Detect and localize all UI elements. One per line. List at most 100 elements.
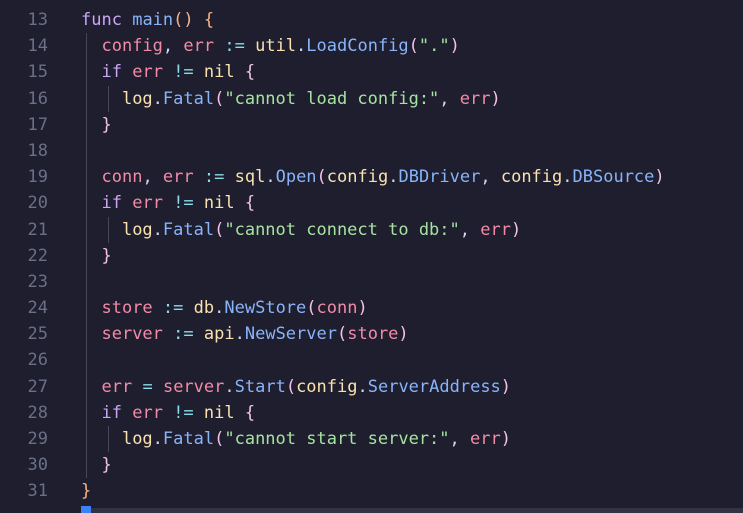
code-line[interactable]: 21 log.Fatal("cannot connect to db:", er… (0, 216, 743, 243)
code-token-bracket-inner: { (244, 402, 256, 423)
code-token-function: LoadConfig (306, 36, 409, 57)
code-token-plain: , (459, 219, 481, 240)
code-token-package: log (121, 88, 153, 109)
code-token-package: log (121, 219, 153, 240)
code-line[interactable]: 13 func main() { (0, 7, 743, 33)
code-line[interactable]: 15 if err != nil { (0, 59, 743, 86)
code-line[interactable]: 29 log.Fatal("cannot start server:", err… (0, 426, 743, 453)
code-token-operator: = (142, 376, 153, 397)
code-line[interactable]: 23 (0, 268, 743, 296)
code-token-bracket-inner: } (101, 245, 112, 266)
code-line[interactable]: 27 err = server.Start(config.ServerAddre… (0, 373, 743, 400)
code-line[interactable]: 20 if err != nil { (0, 190, 743, 217)
code-token-bracket-inner: ( (214, 88, 225, 109)
code-line[interactable]: 26 (0, 347, 743, 374)
code-token-bracket-outer: { (203, 10, 215, 30)
code-editor[interactable]: 13 func main() {14 config, err := util.Lo… (0, 7, 743, 505)
code-token-operator: != (173, 62, 194, 83)
code-line[interactable]: 22 } (0, 242, 743, 269)
code-line[interactable]: 25 server := api.NewServer(store) (0, 321, 743, 348)
code-token-bracket-inner: ( (214, 219, 225, 240)
code-line[interactable]: 24 store := db.NewStore(conn) (0, 295, 743, 322)
line-number: 15 (27, 62, 48, 83)
code-token-plain: , (142, 167, 163, 188)
code-token-variable: err (480, 219, 511, 240)
code-content[interactable]: func main() { (81, 7, 214, 33)
line-number: 21 (27, 219, 48, 240)
code-token-bracket-inner: ) (490, 88, 501, 109)
code-token-function: DBDriver (398, 167, 481, 188)
code-token-variable: store (347, 324, 399, 345)
code-content[interactable]: } (81, 243, 112, 269)
code-token-function: Fatal (162, 219, 215, 240)
code-token-plain: . (152, 88, 163, 109)
code-token-plain: . (224, 376, 235, 397)
code-content[interactable]: } (81, 478, 91, 504)
code-token-string: "cannot load config:" (224, 88, 440, 109)
code-token-bracket-inner: ( (285, 376, 297, 397)
code-token-string: "cannot start server:" (224, 429, 450, 449)
line-number: 28 (27, 402, 48, 423)
code-line[interactable]: 17 } (0, 111, 743, 138)
code-line[interactable]: 31} (0, 478, 743, 504)
code-content[interactable]: log.Fatal("cannot connect to db:", err) (81, 217, 521, 243)
code-token-package: util (255, 36, 297, 57)
code-line[interactable]: 30 } (0, 452, 743, 479)
code-content[interactable] (81, 269, 101, 295)
code-token-package: config (296, 376, 358, 397)
code-line[interactable]: 16 log.Fatal("cannot load config:", err) (0, 85, 743, 112)
code-token-plain: . (234, 324, 245, 345)
code-token-bracket-inner: ( (306, 298, 317, 319)
code-line[interactable]: 14 config, err := util.LoadConfig(".") (0, 33, 743, 60)
code-token-variable: conn (101, 167, 143, 188)
code-content[interactable]: if err != nil { (81, 190, 255, 216)
code-content[interactable]: config, err := util.LoadConfig(".") (81, 33, 460, 59)
code-content[interactable] (81, 138, 101, 164)
code-content[interactable]: } (81, 112, 111, 138)
code-line[interactable]: 18 (0, 137, 743, 165)
code-token-bracket-inner: ) (449, 36, 460, 57)
horizontal-scrollbar[interactable] (91, 508, 743, 513)
code-line[interactable]: 28 if err != nil { (0, 399, 743, 426)
code-content[interactable]: err = server.Start(config.ServerAddress) (81, 374, 511, 400)
code-content[interactable]: log.Fatal("cannot load config:", err) (81, 86, 501, 112)
code-token-function: Open (275, 167, 317, 188)
code-token-bracket-outer: () (173, 10, 194, 30)
code-content[interactable]: server := api.NewServer(store) (81, 321, 408, 347)
code-line[interactable]: 19 conn, err := sql.Open(config.DBDriver… (0, 164, 743, 191)
line-number: 18 (27, 140, 48, 161)
code-content[interactable] (81, 347, 101, 373)
code-token-package: config (500, 167, 563, 188)
code-token-package: config (326, 167, 389, 188)
code-content[interactable]: log.Fatal("cannot start server:", err) (81, 426, 511, 452)
line-number: 22 (27, 245, 48, 266)
code-token-plain: . (152, 219, 163, 240)
code-content[interactable]: conn, err := sql.Open(config.DBDriver, c… (81, 164, 664, 190)
line-number: 26 (27, 350, 48, 371)
code-token-function: NewStore (224, 298, 307, 319)
code-content[interactable]: if err != nil { (81, 59, 255, 85)
code-content[interactable]: } (81, 452, 111, 478)
line-number: 17 (27, 114, 48, 135)
code-token-string: "cannot connect to db:" (224, 219, 460, 240)
code-content[interactable]: if err != nil { (81, 400, 255, 426)
text-cursor (81, 506, 91, 513)
code-content[interactable]: store := db.NewStore(conn) (81, 295, 367, 321)
line-number: 24 (27, 298, 48, 319)
